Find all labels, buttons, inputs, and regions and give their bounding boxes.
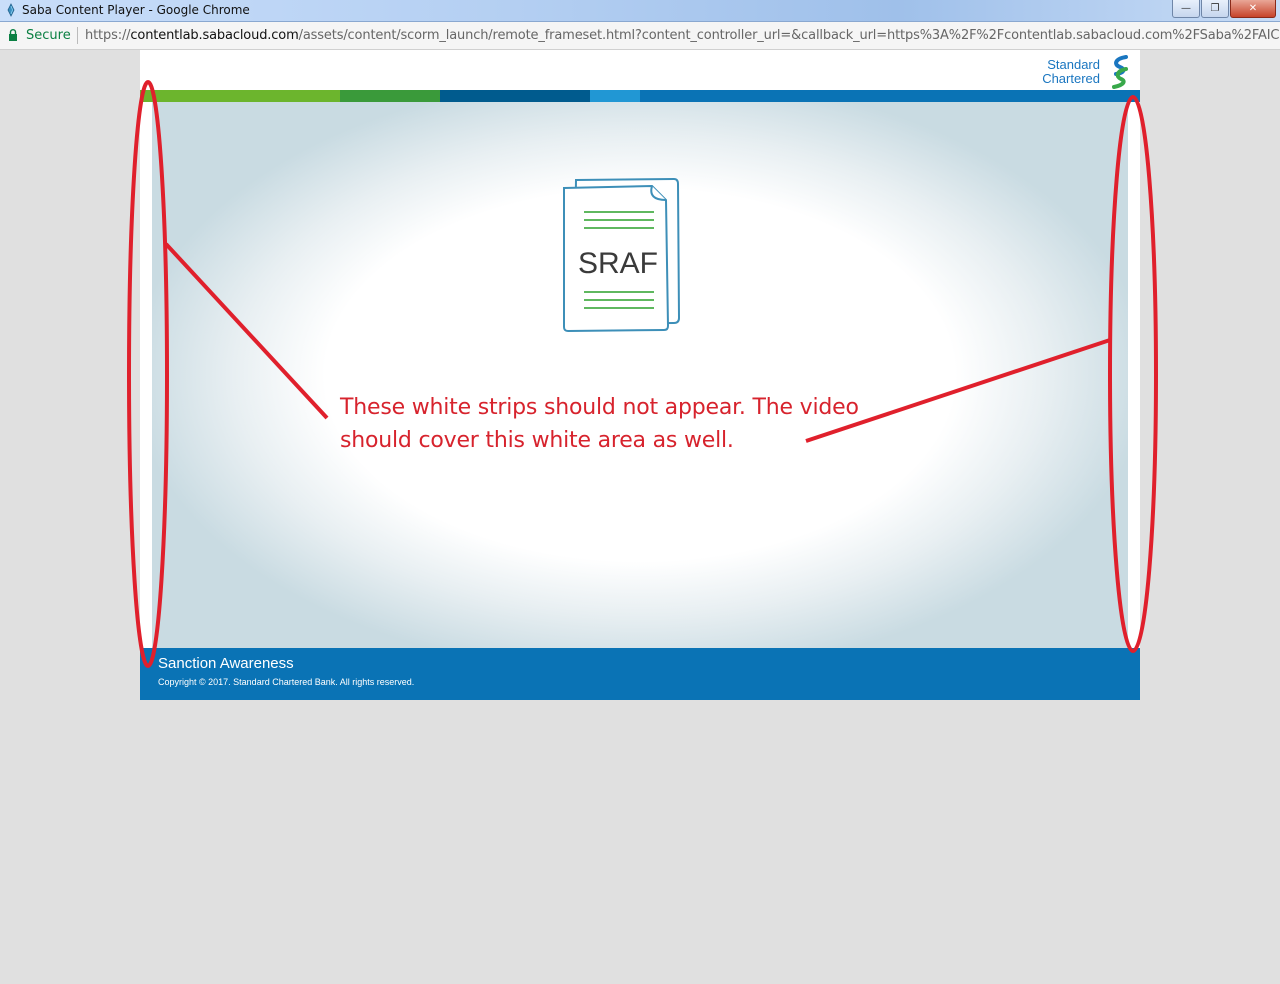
content-player: Standard Chartered SRAF Sanction Awarene… bbox=[140, 50, 1140, 700]
url-scheme: https:// bbox=[85, 28, 131, 43]
restore-button[interactable]: ❐ bbox=[1201, 0, 1229, 18]
document-label: SRAF bbox=[578, 247, 658, 280]
address-separator bbox=[77, 27, 78, 44]
url-field[interactable]: https://contentlab.sabacloud.com/assets/… bbox=[85, 28, 1280, 43]
lock-icon bbox=[9, 29, 17, 41]
logo-text: Standard Chartered bbox=[1042, 58, 1100, 86]
address-bar[interactable]: Secure https://contentlab.sabacloud.com/… bbox=[0, 22, 1280, 50]
window-controls: — ❐ ✕ bbox=[1171, 0, 1276, 18]
window-titlebar: Saba Content Player - Google Chrome — ❐ … bbox=[0, 0, 1280, 22]
annotation-text: These white strips should not appear. Th… bbox=[340, 395, 859, 453]
brand-color-bar bbox=[140, 90, 1140, 102]
color-segment bbox=[640, 90, 1140, 102]
logo-line-2: Chartered bbox=[1042, 71, 1100, 86]
color-segment bbox=[140, 90, 340, 102]
player-footer: Sanction Awareness Copyright © 2017. Sta… bbox=[140, 648, 1140, 700]
color-segment bbox=[340, 90, 440, 102]
color-segment bbox=[440, 90, 590, 102]
minimize-icon: — bbox=[1181, 3, 1191, 14]
url-host: contentlab.sabacloud.com bbox=[130, 28, 299, 43]
color-segment bbox=[590, 90, 640, 102]
restore-icon: ❐ bbox=[1210, 3, 1220, 14]
copyright-text: Copyright © 2017. Standard Chartered Ban… bbox=[158, 677, 415, 687]
document-icon: SRAF bbox=[563, 177, 681, 333]
security-label[interactable]: Secure bbox=[26, 28, 71, 43]
standard-chartered-logo-icon bbox=[1112, 55, 1128, 89]
video-stage[interactable]: SRAF bbox=[152, 102, 1128, 648]
window-title: Saba Content Player - Google Chrome bbox=[22, 3, 250, 17]
logo-line-1: Standard bbox=[1047, 57, 1100, 72]
close-icon: ✕ bbox=[1248, 3, 1258, 14]
chrome-app-icon bbox=[7, 3, 15, 17]
standard-chartered-logo: Standard Chartered bbox=[1042, 54, 1132, 90]
url-path: /assets/content/scorm_launch/remote_fram… bbox=[298, 28, 1280, 43]
minimize-button[interactable]: — bbox=[1172, 0, 1200, 18]
close-button[interactable]: ✕ bbox=[1230, 0, 1276, 18]
course-title: Sanction Awareness bbox=[158, 655, 294, 672]
